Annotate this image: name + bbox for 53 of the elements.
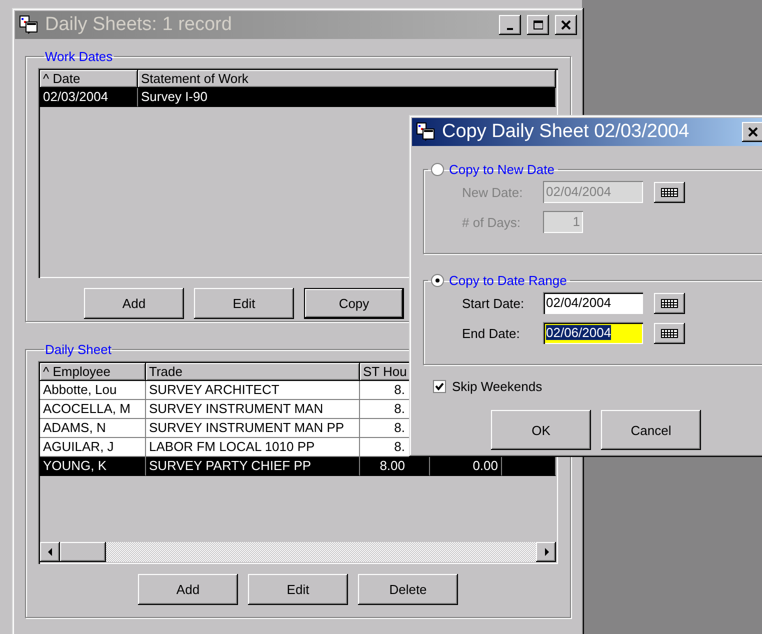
- horizontal-scrollbar[interactable]: [40, 542, 556, 562]
- table-cell: 02/03/2004: [40, 88, 138, 107]
- left-arrow-icon: [48, 548, 52, 556]
- option-label[interactable]: Copy to New Date: [449, 162, 554, 177]
- dialog-button[interactable]: Add: [138, 574, 238, 605]
- radio-button[interactable]: [431, 163, 444, 176]
- right-arrow-icon: [544, 548, 548, 556]
- calendar-button[interactable]: [654, 292, 685, 314]
- calendar-button[interactable]: [654, 182, 685, 202]
- calendar-icon: [661, 328, 678, 338]
- input-field[interactable]: 02/04/2004: [543, 292, 643, 314]
- input-field[interactable]: 02/06/2004: [543, 322, 643, 344]
- checkbox-label[interactable]: Skip Weekends: [452, 379, 542, 394]
- column-header[interactable]: Trade: [146, 363, 360, 381]
- window-title: Copy Daily Sheet 02/03/2004: [442, 121, 690, 143]
- field-label: Start Date:: [462, 296, 526, 310]
- scroll-thumb[interactable]: [60, 542, 106, 562]
- table-row[interactable]: YOUNG, K SURVEY PARTY CHIEF PP 8.00 0.00: [40, 457, 556, 476]
- close-icon: [748, 127, 758, 137]
- dialog-button[interactable]: OK: [491, 410, 591, 450]
- field-label: End Date:: [462, 326, 521, 340]
- calendar-icon: [661, 298, 678, 308]
- dialog-button[interactable]: Copy: [304, 288, 404, 319]
- dialog-button[interactable]: Cancel: [601, 410, 701, 450]
- column-header[interactable]: ^ Employee: [40, 363, 146, 381]
- field-label: New Date:: [462, 184, 524, 200]
- checkbox[interactable]: [433, 380, 446, 393]
- table-cell: Survey I-90: [138, 88, 556, 107]
- app-icon: [19, 15, 39, 35]
- field-label: # of Days:: [462, 214, 522, 230]
- table-cell: YOUNG, K: [40, 457, 146, 476]
- radio-button[interactable]: [431, 274, 444, 287]
- dialog-button[interactable]: Edit: [194, 288, 294, 319]
- app-icon: [416, 122, 436, 142]
- dialog-button[interactable]: Edit: [248, 574, 348, 605]
- dialog-button[interactable]: Delete: [358, 574, 458, 605]
- column-header[interactable]: ^ Date: [40, 70, 138, 88]
- maximize-icon: [533, 20, 543, 30]
- window-title: Daily Sheets: 1 record: [45, 14, 233, 36]
- calendar-icon: [661, 188, 678, 196]
- table-cell: SURVEY PARTY CHIEF PP: [146, 457, 360, 476]
- scroll-right-button[interactable]: [536, 542, 556, 562]
- close-icon: [561, 20, 571, 30]
- group-label: Daily Sheet: [44, 342, 112, 357]
- option-label[interactable]: Copy to Date Range: [449, 273, 567, 288]
- column-header[interactable]: Statement of Work: [138, 70, 556, 88]
- table-row[interactable]: 02/03/2004 Survey I-90: [40, 88, 556, 107]
- close-button[interactable]: [742, 122, 762, 142]
- group-label: Work Dates: [44, 49, 114, 64]
- scroll-left-button[interactable]: [40, 542, 60, 562]
- calendar-button[interactable]: [654, 322, 685, 344]
- minimize-icon: [507, 28, 513, 30]
- dialog-button[interactable]: Add: [84, 288, 184, 319]
